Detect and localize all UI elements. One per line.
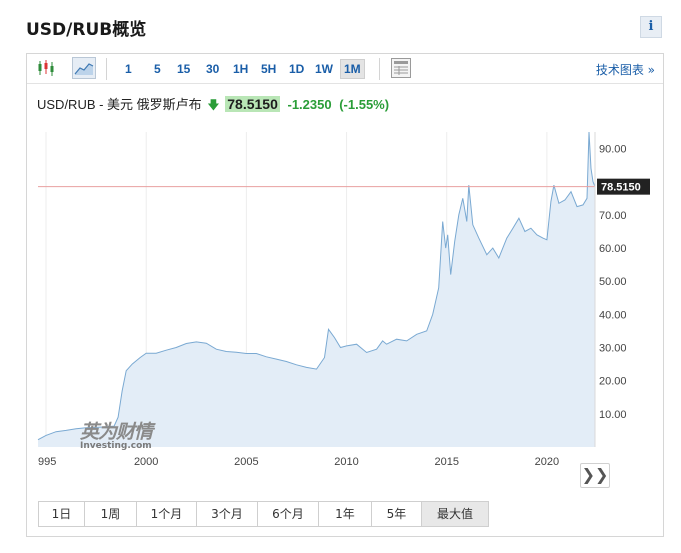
x-tick-label: 2005 [234, 456, 258, 468]
range-button[interactable]: 最大值 [422, 502, 488, 526]
y-tick-label: 20.00 [599, 376, 627, 388]
page-title: USD/RUB概览 [26, 20, 147, 40]
y-tick-label: 40.00 [599, 309, 627, 321]
info-icon[interactable]: i [640, 16, 662, 38]
y-tick-label: 90.00 [599, 144, 627, 156]
logo-cn-text: 英为财情 [80, 421, 153, 443]
range-button[interactable]: 6个月 [258, 502, 319, 526]
logo-en-text: Investing.com [80, 441, 152, 451]
time-range-bar: 1日 1周 1个月 3个月 6个月 1年 5年 最大值 [38, 501, 489, 527]
x-tick-label: 2000 [134, 456, 158, 468]
x-tick-label: 2020 [535, 456, 559, 468]
y-tick-label: 10.00 [599, 409, 627, 421]
y-tick-label: 30.00 [599, 343, 627, 355]
x-tick-label: 2010 [334, 456, 358, 468]
series-area [38, 132, 595, 447]
x-tick-label: 2015 [434, 456, 458, 468]
range-button[interactable]: 5年 [372, 502, 422, 526]
range-button[interactable]: 3个月 [197, 502, 258, 526]
y-tick-label: 50.00 [599, 276, 627, 288]
last-price-badge-label: 78.5150 [601, 182, 641, 194]
range-button[interactable]: 1个月 [137, 502, 197, 526]
y-tick-label: 60.00 [599, 243, 627, 255]
scroll-right-button[interactable]: ❯❯ [580, 463, 610, 488]
range-button[interactable]: 1周 [85, 502, 137, 526]
x-tick-label: 995 [38, 456, 56, 468]
investing-logo: 英为财情 Investing.com [80, 417, 153, 451]
chart-widget: 1 5 15 30 1H 5H 1D 1W 1M 技术图表 » USD/RUB - 美元 俄罗斯… [26, 53, 664, 537]
range-button[interactable]: 1年 [319, 502, 372, 526]
range-button[interactable]: 1日 [39, 502, 85, 526]
y-tick-label: 70.00 [599, 210, 627, 222]
